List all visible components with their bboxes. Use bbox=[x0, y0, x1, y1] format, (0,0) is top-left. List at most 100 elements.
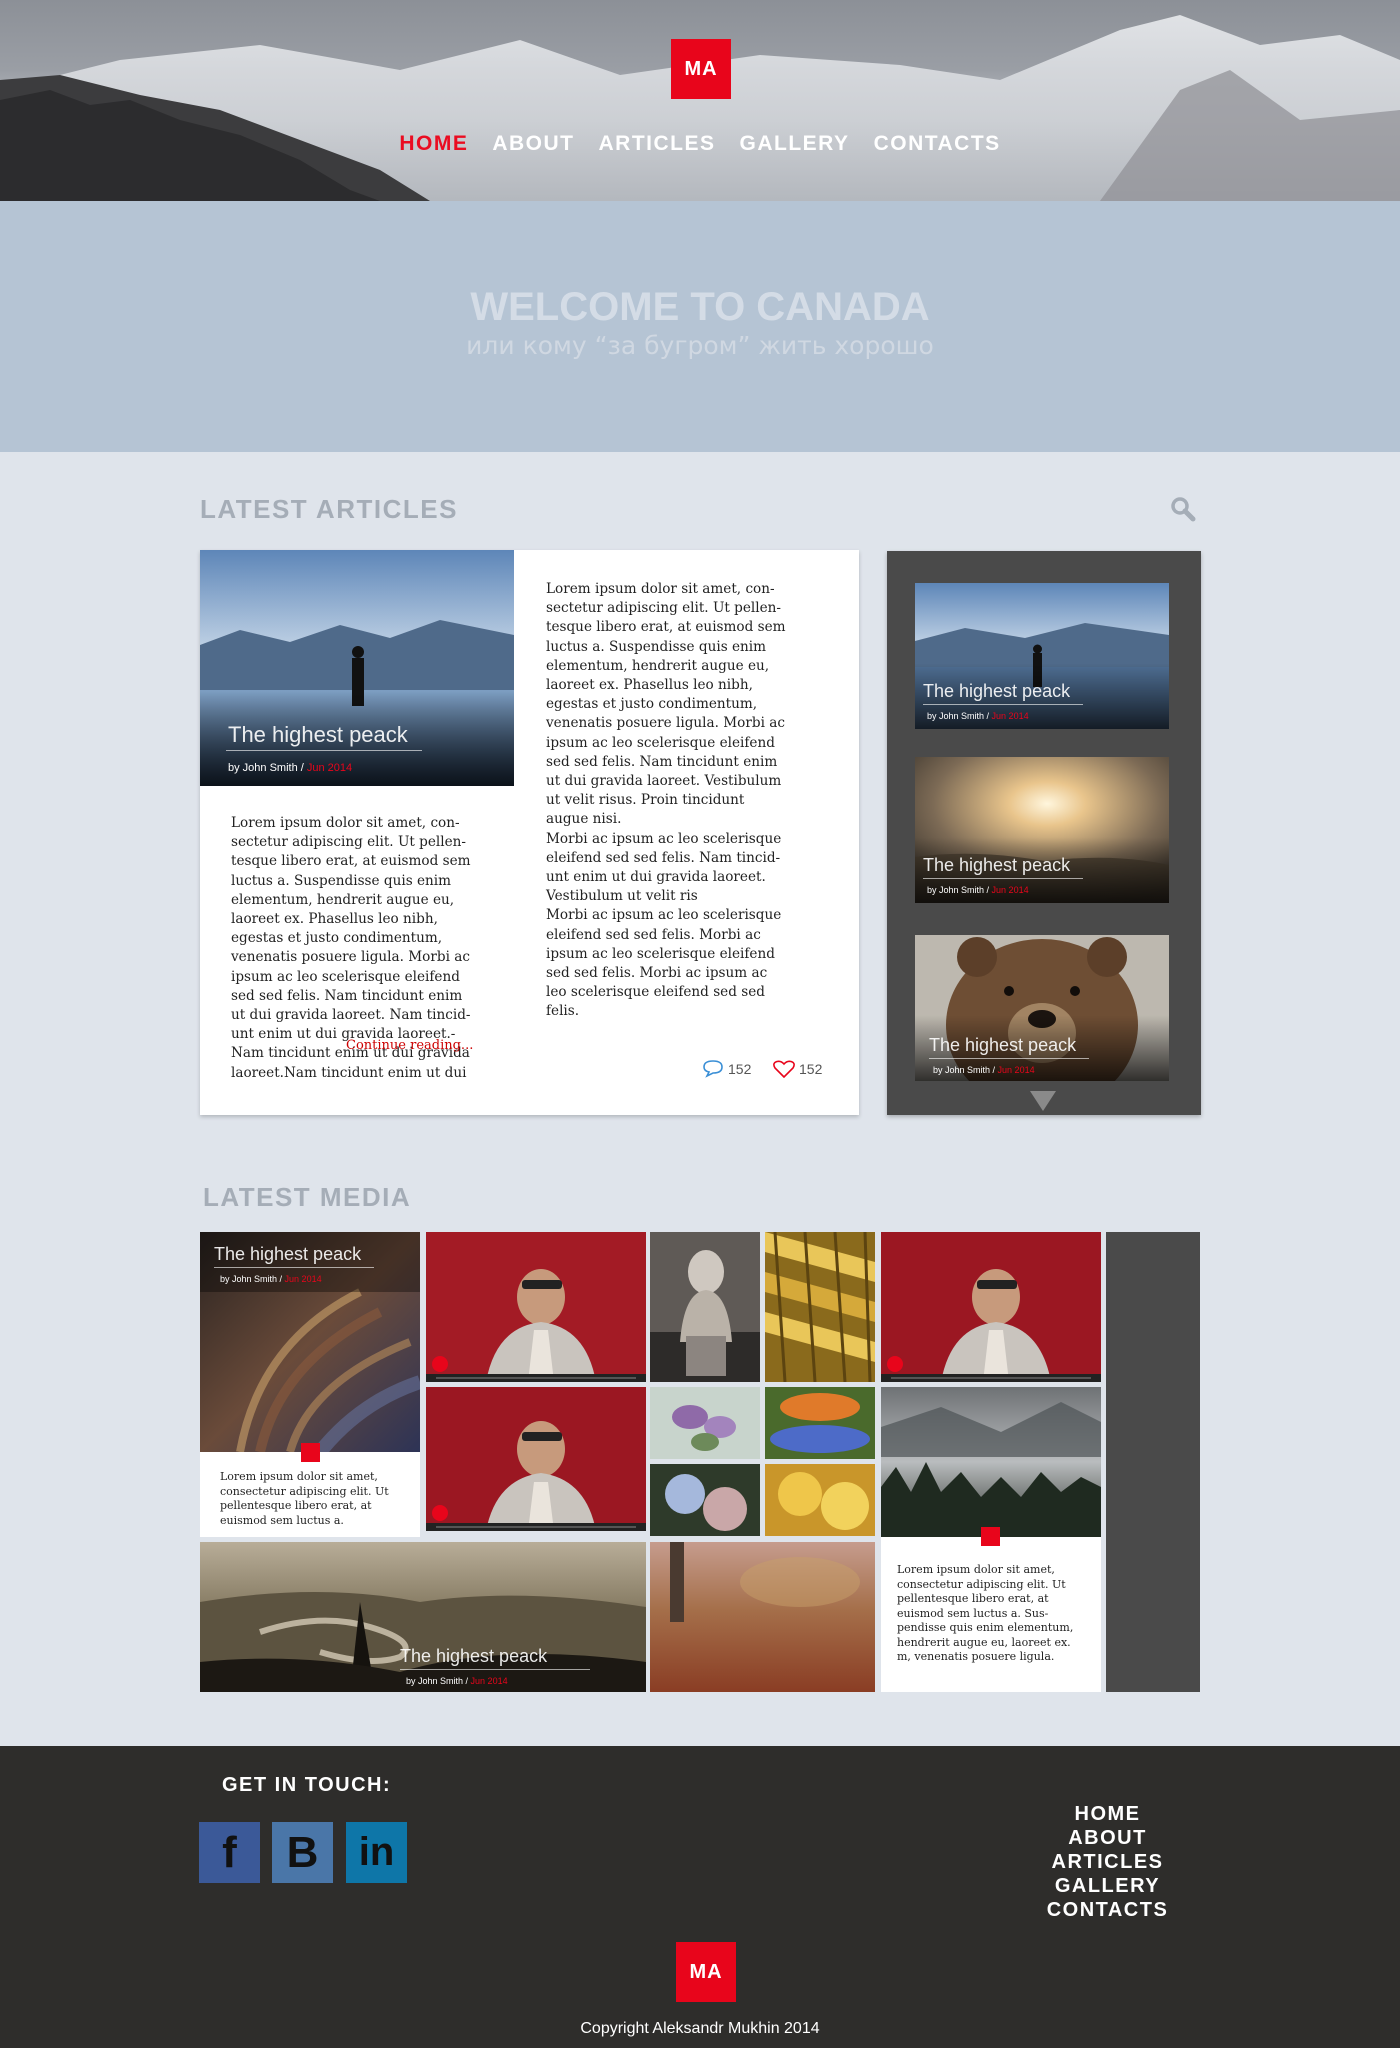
footer-nav-gallery[interactable]: GALLERY bbox=[1030, 1874, 1185, 1898]
site-header: MA HOME ABOUT ARTICLES GALLERY CONTACTS bbox=[0, 0, 1400, 201]
hero-title: WELCOME TO CANADA bbox=[470, 285, 930, 329]
sidebar-byline: by John Smith / Jun 2014 bbox=[933, 1065, 1035, 1075]
media-caption-title: The highest peack bbox=[214, 1244, 362, 1264]
lake-thumbnail bbox=[915, 583, 1169, 729]
scroll-down-arrow-icon[interactable] bbox=[1030, 1091, 1056, 1111]
video-presenter-thumbnail bbox=[426, 1232, 646, 1382]
comments-count: 152 bbox=[728, 1061, 752, 1077]
comments-counter[interactable]: 152 bbox=[702, 1060, 751, 1078]
nav-home[interactable]: HOME bbox=[399, 132, 468, 156]
media-library-tile[interactable]: The highest peack by John Smith / Jun 20… bbox=[200, 1232, 420, 1452]
media-flower-tile-2[interactable] bbox=[765, 1387, 875, 1459]
caption-divider bbox=[214, 1267, 374, 1268]
video-control-bar[interactable] bbox=[881, 1374, 1101, 1382]
facebook-icon[interactable]: f bbox=[199, 1822, 260, 1883]
author: by John Smith / bbox=[228, 762, 304, 774]
footer-nav-articles[interactable]: ARTICLES bbox=[1030, 1850, 1185, 1874]
date: Jun 2014 bbox=[991, 711, 1029, 721]
articles-sidebar: The highest peack by John Smith / Jun 20… bbox=[887, 551, 1201, 1115]
nav-gallery[interactable]: GALLERY bbox=[740, 132, 850, 156]
bear-thumbnail bbox=[915, 935, 1169, 1081]
get-in-touch-heading: GET IN TOUCH: bbox=[222, 1774, 392, 1796]
sidebar-caption-title: The highest peack bbox=[923, 681, 1071, 701]
sidebar-caption-title: The highest peack bbox=[929, 1035, 1077, 1055]
media-flower-tile-1[interactable] bbox=[650, 1387, 760, 1459]
continue-reading-link[interactable]: Continue reading... bbox=[346, 1038, 473, 1053]
caption-divider bbox=[923, 704, 1083, 705]
library-photo bbox=[200, 1232, 420, 1452]
yellow-flowers-photo bbox=[765, 1464, 875, 1536]
heart-icon bbox=[773, 1060, 795, 1078]
video-control-bar[interactable] bbox=[426, 1374, 646, 1382]
media-caption-title: The highest peack bbox=[400, 1646, 548, 1666]
media-river-tile[interactable]: The highest peack by John Smith / Jun 20… bbox=[200, 1542, 646, 1692]
article-byline: by John Smith / Jun 2014 bbox=[228, 762, 352, 774]
article-column-2: Lorem ipsum dolor sit amet, con- sectetu… bbox=[546, 581, 786, 1020]
article-caption-title: The highest peack bbox=[228, 722, 408, 747]
search-icon[interactable] bbox=[1170, 496, 1196, 522]
media-video-tile-3[interactable] bbox=[881, 1232, 1101, 1382]
media-card-text: Lorem ipsum dolor sit amet, consectetur … bbox=[200, 1452, 420, 1537]
sidebar-byline: by John Smith / Jun 2014 bbox=[927, 711, 1029, 721]
media-flower-tile-4[interactable] bbox=[765, 1464, 875, 1536]
footer-nav: HOME ABOUT ARTICLES GALLERY CONTACTS bbox=[1030, 1802, 1185, 1922]
linkedin-letter: in bbox=[358, 1830, 395, 1874]
sidebar-article-3[interactable]: The highest peack by John Smith / Jun 20… bbox=[915, 935, 1169, 1081]
mountain-background bbox=[0, 15, 1400, 201]
date: Jun 2014 bbox=[997, 1065, 1035, 1075]
orchid-photo bbox=[650, 1387, 760, 1459]
sculpture-photo bbox=[650, 1232, 760, 1382]
date: Jun 2014 bbox=[284, 1274, 322, 1284]
footer-logo[interactable]: MA bbox=[676, 1942, 736, 2002]
nav-about[interactable]: ABOUT bbox=[492, 132, 574, 156]
media-byline: by John Smith / Jun 2014 bbox=[406, 1676, 508, 1686]
sidebar-article-1[interactable]: The highest peack by John Smith / Jun 20… bbox=[915, 583, 1169, 729]
sidebar-caption-title: The highest peack bbox=[923, 855, 1071, 875]
media-forest-tile[interactable] bbox=[881, 1387, 1101, 1537]
main-nav: HOME ABOUT ARTICLES GALLERY CONTACTS bbox=[0, 132, 1400, 156]
video-control-bar[interactable] bbox=[426, 1523, 646, 1531]
vkontakte-icon[interactable]: B bbox=[272, 1822, 333, 1883]
sidebar-article-2[interactable]: The highest peack by John Smith / Jun 20… bbox=[915, 757, 1169, 903]
media-card-body: Lorem ipsum dolor sit amet, consectetur … bbox=[220, 1470, 389, 1527]
caption-divider bbox=[923, 878, 1083, 879]
media-video-tile-1[interactable] bbox=[426, 1232, 646, 1382]
autumn-path-photo bbox=[650, 1542, 875, 1692]
author: by John Smith / bbox=[220, 1274, 283, 1284]
author: by John Smith / bbox=[927, 885, 990, 895]
date: Jun 2014 bbox=[470, 1676, 508, 1686]
latest-articles-title: LATEST ARTICLES bbox=[200, 494, 458, 524]
date: Jun 2014 bbox=[306, 762, 353, 774]
nav-articles[interactable]: ARTICLES bbox=[599, 132, 716, 156]
facebook-letter: f bbox=[222, 1827, 237, 1877]
media-side-panel bbox=[1106, 1232, 1200, 1692]
media-video-tile-2[interactable] bbox=[426, 1387, 646, 1531]
vkontakte-letter: B bbox=[286, 1827, 319, 1877]
footer-nav-contacts[interactable]: CONTACTS bbox=[1030, 1898, 1185, 1922]
video-presenter-thumbnail bbox=[881, 1232, 1101, 1382]
date: Jun 2014 bbox=[991, 885, 1029, 895]
media-flower-tile-3[interactable] bbox=[650, 1464, 760, 1536]
footer-nav-about[interactable]: ABOUT bbox=[1030, 1826, 1185, 1850]
latest-media-title: LATEST MEDIA bbox=[203, 1182, 412, 1212]
linkedin-icon[interactable]: in bbox=[346, 1822, 407, 1883]
author: by John Smith / bbox=[933, 1065, 996, 1075]
media-architecture-tile[interactable] bbox=[765, 1232, 875, 1382]
nav-contacts[interactable]: CONTACTS bbox=[874, 132, 1001, 156]
logo[interactable]: MA bbox=[671, 39, 731, 99]
golden-hall-photo bbox=[765, 1232, 875, 1382]
tulip-field-photo bbox=[765, 1387, 875, 1459]
article-image[interactable]: The highest peack by John Smith / Jun 20… bbox=[200, 550, 514, 786]
media-card-body: Lorem ipsum dolor sit amet, consectetur … bbox=[897, 1563, 1074, 1663]
media-sculpture-tile[interactable] bbox=[650, 1232, 760, 1382]
likes-count: 152 bbox=[799, 1061, 823, 1077]
footer-nav-home[interactable]: HOME bbox=[1030, 1802, 1185, 1826]
site-footer bbox=[0, 1746, 1400, 2048]
author: by John Smith / bbox=[406, 1676, 469, 1686]
media-card-text: Lorem ipsum dolor sit amet, consectetur … bbox=[881, 1537, 1101, 1692]
misty-forest-photo bbox=[881, 1387, 1101, 1537]
hero-subtitle: или кому “за бугром” жить хорошо bbox=[466, 331, 934, 360]
likes-counter[interactable]: 152 bbox=[773, 1060, 822, 1078]
copyright: Copyright Aleksandr Mukhin 2014 bbox=[580, 2020, 820, 2037]
media-autumn-tile[interactable] bbox=[650, 1542, 875, 1692]
